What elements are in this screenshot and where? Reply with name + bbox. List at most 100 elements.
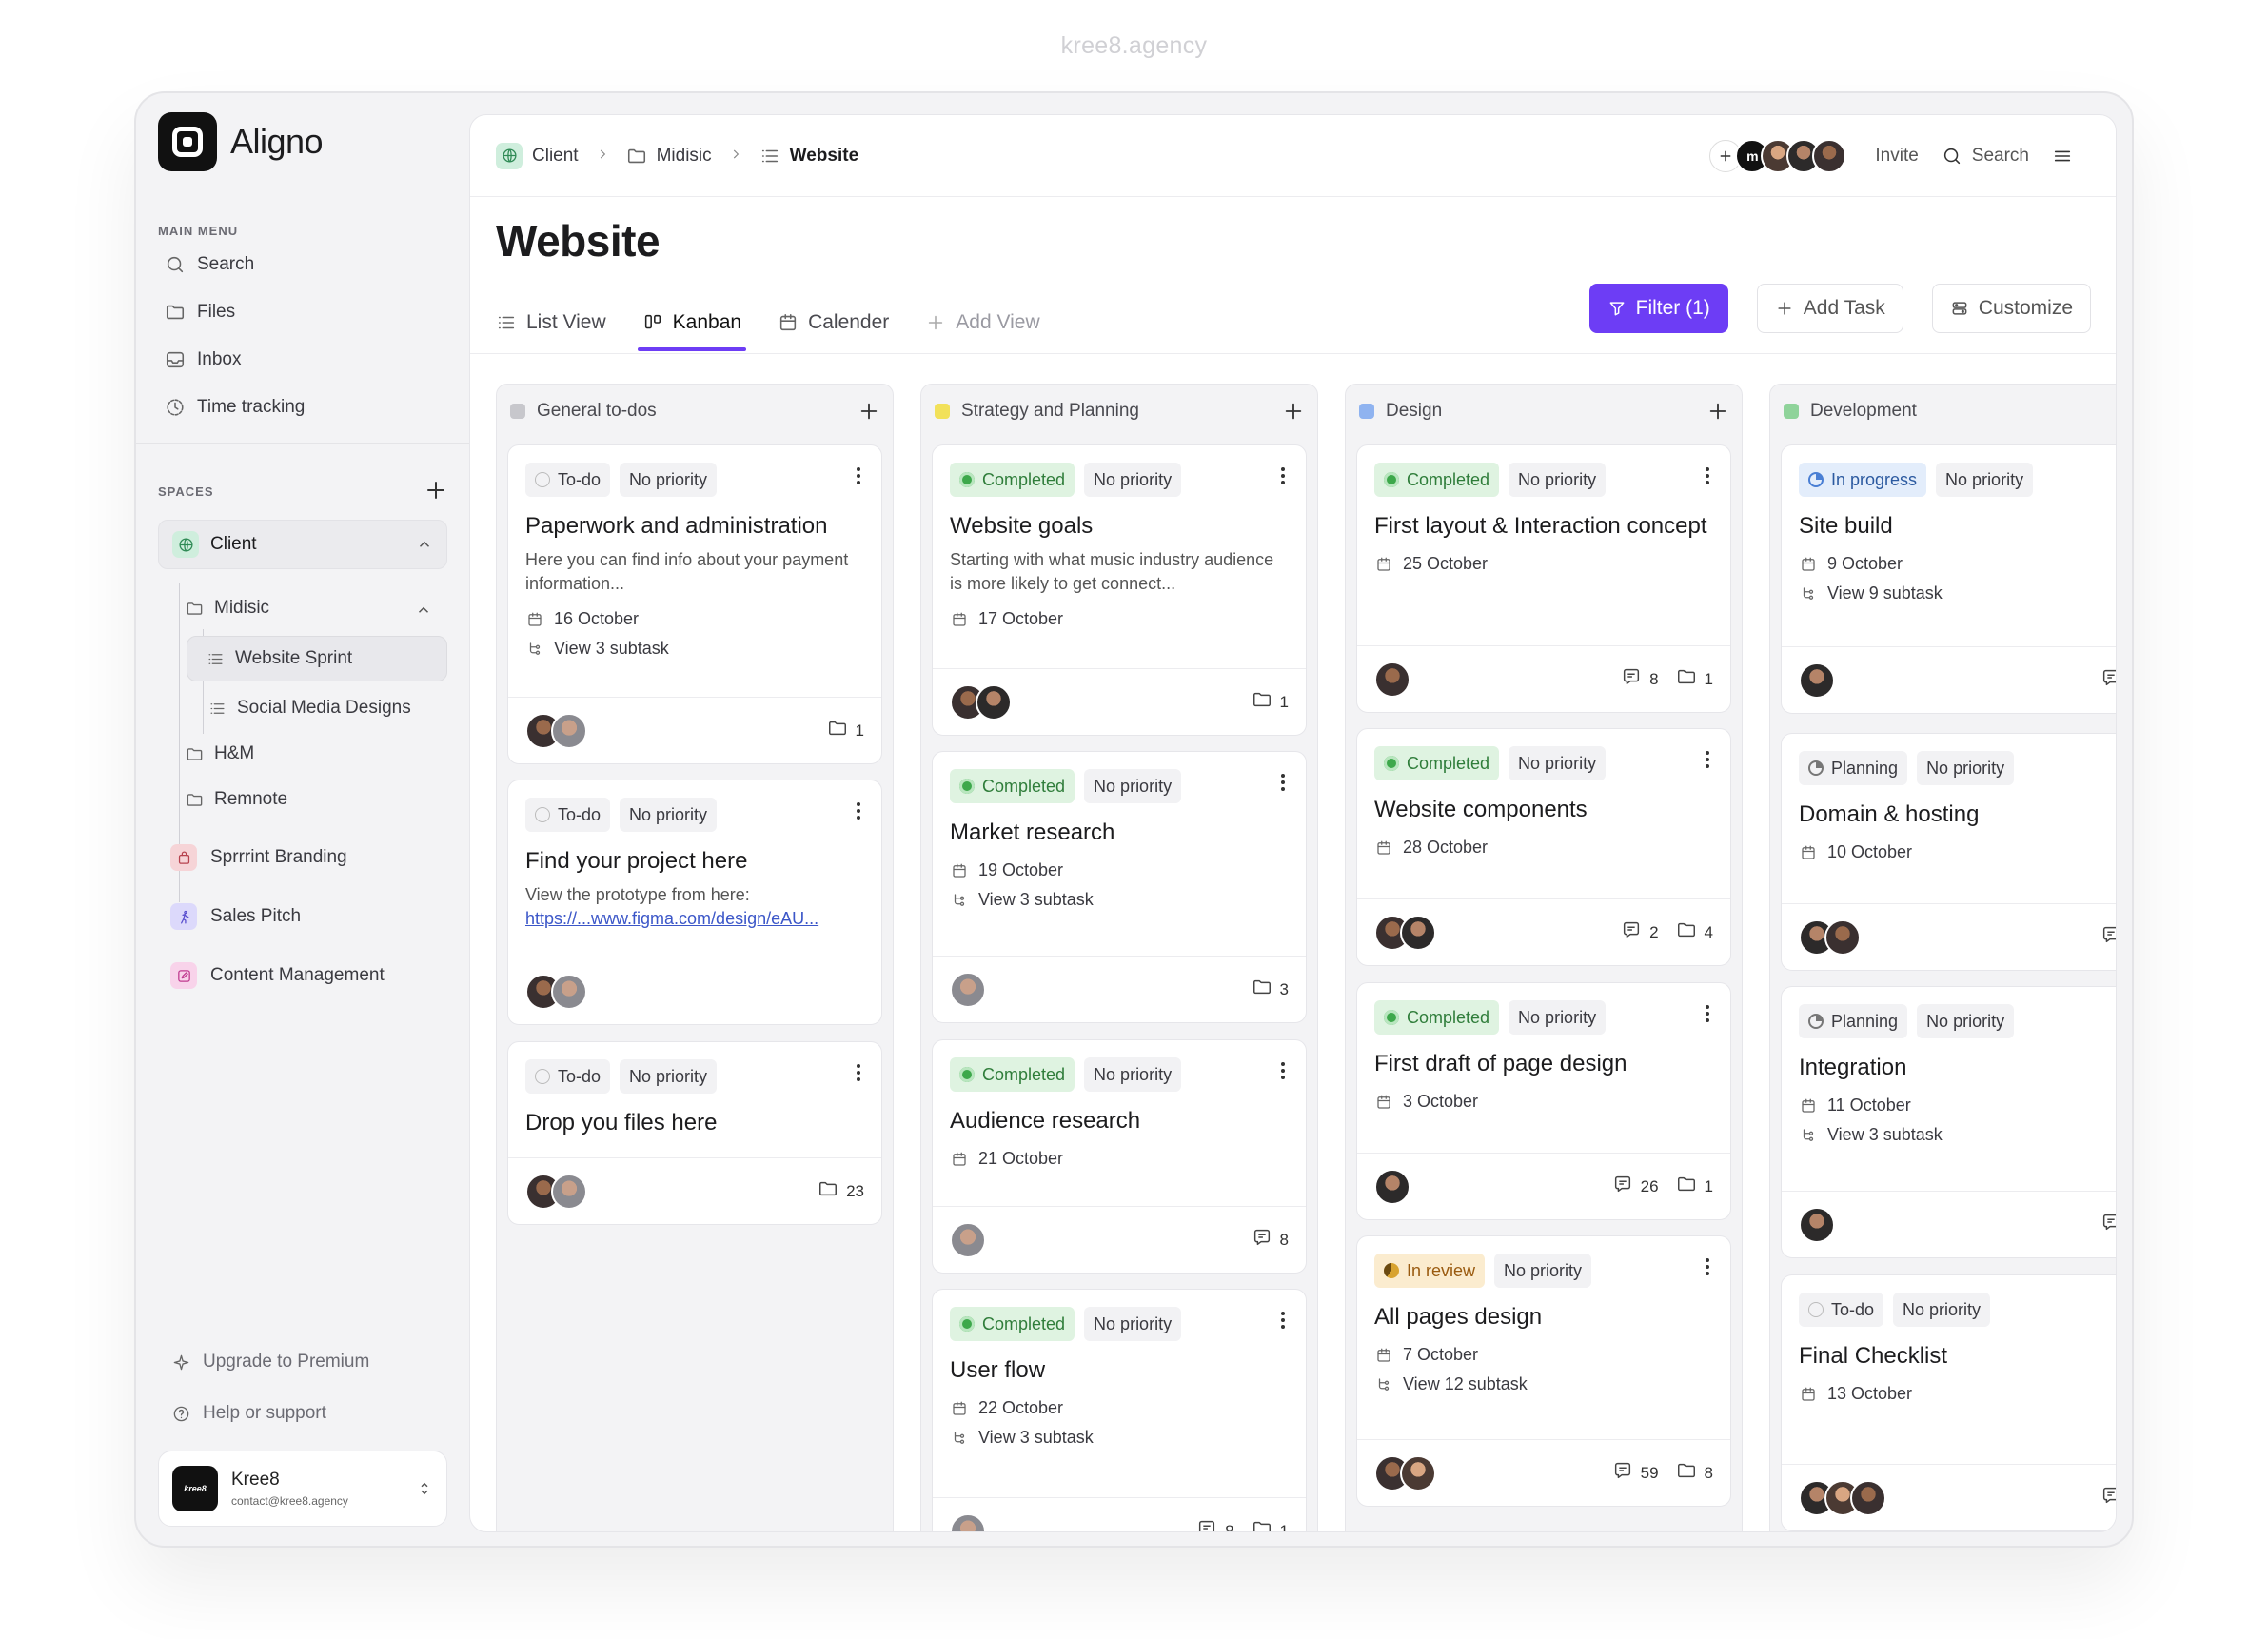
- card-subtask-link[interactable]: View 9 subtask: [1799, 583, 2116, 603]
- customize-button[interactable]: Customize: [1931, 284, 2091, 333]
- member-avatars[interactable]: m: [1709, 139, 1847, 173]
- comments-count[interactable]: 2: [1621, 919, 1659, 945]
- priority-badge[interactable]: No priority: [1509, 463, 1607, 497]
- files-count[interactable]: 8: [1676, 1460, 1713, 1486]
- task-card[interactable]: To-do No priority Find your project here Vi…: [507, 780, 882, 1025]
- status-badge[interactable]: In review: [1374, 1254, 1486, 1288]
- more-options-icon[interactable]: [857, 1061, 860, 1084]
- card-assignees[interactable]: [1374, 661, 1410, 698]
- card-assignees[interactable]: [1799, 662, 1835, 699]
- status-badge[interactable]: Completed: [950, 1307, 1075, 1341]
- search-button[interactable]: Search: [1942, 146, 2029, 167]
- menu-icon[interactable]: [2052, 146, 2073, 167]
- card-subtask-link[interactable]: View 3 subtask: [1799, 1125, 2116, 1145]
- comments-count[interactable]: 8: [1196, 1518, 1234, 1531]
- comments-count[interactable]: 8: [1252, 1227, 1289, 1253]
- task-card[interactable]: Completed No priority Market research 19 Oc…: [932, 751, 1307, 1023]
- add-card-icon[interactable]: [858, 401, 879, 422]
- status-badge[interactable]: To-do: [1799, 1293, 1884, 1327]
- tree-item-midisic[interactable]: Midisic: [184, 598, 269, 619]
- task-card[interactable]: Completed No priority First draft of page …: [1356, 982, 1731, 1220]
- priority-badge[interactable]: No priority: [1917, 1004, 2015, 1038]
- card-assignees[interactable]: [1374, 1454, 1436, 1491]
- status-badge[interactable]: Planning: [1799, 751, 1908, 785]
- card-assignees[interactable]: [525, 712, 587, 749]
- card-assignees[interactable]: [1799, 1479, 1886, 1516]
- more-options-icon[interactable]: [857, 800, 860, 822]
- sidebar-item-inbox[interactable]: Inbox: [165, 349, 241, 370]
- priority-badge[interactable]: No priority: [1936, 463, 2034, 497]
- card-assignees[interactable]: [950, 683, 1012, 721]
- more-options-icon[interactable]: [1281, 464, 1285, 487]
- status-badge[interactable]: To-do: [525, 463, 611, 497]
- sidebar-item-time-tracking[interactable]: Time tracking: [165, 397, 305, 418]
- status-badge[interactable]: Completed: [1374, 746, 1500, 780]
- task-card[interactable]: In progress No priority Site build 9 Octobe…: [1781, 444, 2116, 714]
- space-sales-pitch[interactable]: Sales Pitch: [170, 903, 301, 930]
- task-card[interactable]: Completed No priority User flow 22 October V…: [932, 1289, 1307, 1531]
- status-badge[interactable]: Planning: [1799, 1004, 1908, 1038]
- status-badge[interactable]: To-do: [525, 1059, 611, 1094]
- comments-count[interactable]: 26: [1612, 1174, 1659, 1199]
- space-content-management[interactable]: Content Management: [170, 962, 385, 989]
- files-count[interactable]: 1: [1252, 689, 1289, 715]
- chevron-up-icon[interactable]: [416, 536, 433, 553]
- status-badge[interactable]: Completed: [950, 769, 1075, 803]
- tree-item-hm[interactable]: H&M: [184, 743, 254, 764]
- card-assignees[interactable]: [950, 1512, 986, 1531]
- tree-item-remnote[interactable]: Remnote: [184, 789, 287, 810]
- status-badge[interactable]: Completed: [950, 1057, 1075, 1092]
- priority-badge[interactable]: No priority: [1084, 1307, 1182, 1341]
- add-task-button[interactable]: Add Task: [1756, 284, 1903, 333]
- files-count[interactable]: 23: [818, 1178, 864, 1204]
- chevron-up-icon[interactable]: [415, 602, 432, 619]
- add-card-icon[interactable]: [1283, 401, 1304, 422]
- more-options-icon[interactable]: [1706, 1002, 1709, 1025]
- files-count[interactable]: 1: [1676, 1174, 1713, 1199]
- comments-count[interactable]: 59: [1612, 1460, 1659, 1486]
- card-assignees[interactable]: [525, 973, 587, 1010]
- task-card[interactable]: To-do No priority Paperwork and administra…: [507, 444, 882, 764]
- comments-count[interactable]: 8: [2100, 1485, 2116, 1511]
- card-assignees[interactable]: [1799, 1206, 1835, 1243]
- task-card[interactable]: Completed No priority Website goals Startin…: [932, 444, 1307, 736]
- priority-badge[interactable]: No priority: [1494, 1254, 1592, 1288]
- files-count[interactable]: 1: [1252, 1518, 1289, 1531]
- upgrade-link[interactable]: Upgrade to Premium: [170, 1352, 369, 1372]
- priority-badge[interactable]: No priority: [620, 798, 718, 832]
- tree-item-social-media-designs[interactable]: Social Media Designs: [207, 698, 411, 719]
- priority-badge[interactable]: No priority: [620, 1059, 718, 1094]
- comments-count[interactable]: 8: [2100, 667, 2116, 693]
- space-sprrrint-branding[interactable]: Sprrrint Branding: [170, 844, 347, 871]
- card-assignees[interactable]: [1799, 918, 1861, 956]
- priority-badge[interactable]: No priority: [1084, 1057, 1182, 1092]
- more-options-icon[interactable]: [1281, 1309, 1285, 1332]
- status-badge[interactable]: Completed: [1374, 463, 1500, 497]
- files-count[interactable]: 1: [827, 718, 864, 743]
- add-space-button[interactable]: [424, 479, 447, 502]
- card-assignees[interactable]: [1374, 1168, 1410, 1205]
- breadcrumb-client[interactable]: Client: [496, 142, 579, 169]
- priority-badge[interactable]: No priority: [1917, 751, 2015, 785]
- breadcrumb-midisic[interactable]: Midisic: [626, 146, 712, 167]
- priority-badge[interactable]: No priority: [1509, 1000, 1607, 1035]
- card-link[interactable]: https://...www.figma.com/design/eAU...: [525, 909, 818, 928]
- tab-kanban[interactable]: Kanban: [637, 296, 747, 351]
- priority-badge[interactable]: No priority: [1084, 463, 1182, 497]
- task-card[interactable]: In review No priority All pages design 7 Oc…: [1356, 1235, 1731, 1507]
- card-assignees[interactable]: [950, 1221, 986, 1258]
- files-count[interactable]: 3: [1252, 977, 1289, 1002]
- status-badge[interactable]: In progress: [1799, 463, 1927, 497]
- add-card-icon[interactable]: [1707, 401, 1728, 422]
- sidebar-item-files[interactable]: Files: [165, 302, 235, 323]
- task-card[interactable]: Completed No priority First layout & Inter…: [1356, 444, 1731, 713]
- card-assignees[interactable]: [525, 1173, 587, 1210]
- task-card[interactable]: To-do No priority Final Checklist 13 Octobe…: [1781, 1274, 2116, 1531]
- more-options-icon[interactable]: [857, 464, 860, 487]
- help-link[interactable]: Help or support: [170, 1403, 326, 1424]
- tab-list-view[interactable]: List View: [496, 296, 606, 349]
- more-options-icon[interactable]: [1706, 1255, 1709, 1278]
- comments-count[interactable]: 8: [2100, 1212, 2116, 1237]
- files-count[interactable]: 4: [1676, 919, 1713, 945]
- tree-item-website-sprint[interactable]: Website Sprint: [187, 636, 447, 681]
